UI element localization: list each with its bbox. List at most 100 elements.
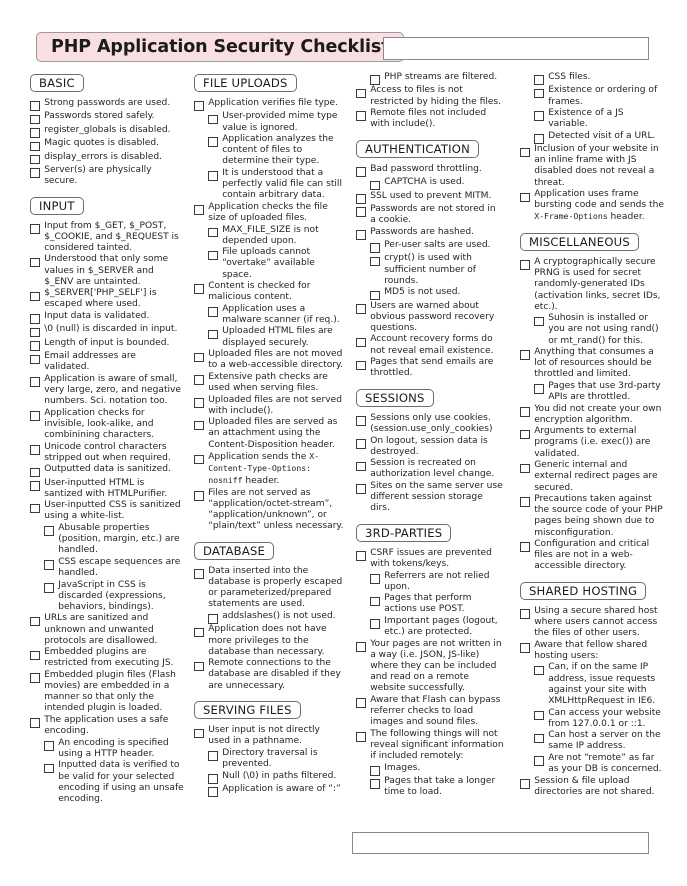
- checklist-item[interactable]: Application uses a malware scanner (if r…: [194, 304, 344, 326]
- checklist-item[interactable]: Referrers are not relied upon.: [356, 571, 504, 593]
- checklist-item[interactable]: An encoding is specified using a HTTP he…: [30, 738, 184, 760]
- checklist-item[interactable]: Your pages are not written in a way (i.e…: [356, 639, 504, 695]
- checklist-item[interactable]: Anything that consumes a lot of resource…: [520, 347, 664, 380]
- checkbox-icon[interactable]: [30, 101, 40, 111]
- checkbox-icon[interactable]: [370, 765, 380, 776]
- checkbox-icon[interactable]: [208, 773, 218, 784]
- checklist-item[interactable]: Application is aware of small, very larg…: [30, 374, 184, 407]
- checklist-item[interactable]: Are not “remote” as far as your DB is co…: [520, 753, 664, 775]
- checklist-item[interactable]: Important pages (logout, etc.) are prote…: [356, 616, 504, 638]
- checklist-item[interactable]: Session is recreated on authorization le…: [356, 458, 504, 480]
- checklist-item[interactable]: Length of input is bounded.: [30, 338, 184, 351]
- checkbox-icon[interactable]: [30, 257, 40, 268]
- checklist-item[interactable]: Application verifies file type.: [194, 98, 344, 111]
- checkbox-icon[interactable]: [520, 192, 530, 203]
- checkbox-icon[interactable]: [534, 733, 544, 744]
- checkbox-icon[interactable]: [356, 698, 366, 708]
- checkbox-icon[interactable]: [30, 673, 40, 683]
- checklist-item[interactable]: Application uses frame bursting code and…: [520, 189, 664, 223]
- checklist-item[interactable]: Input from $_GET, $_POST, $_COOKIE, and …: [30, 221, 184, 254]
- checkbox-icon[interactable]: [356, 642, 366, 652]
- checklist-item[interactable]: \0 (null) is discarded in input.: [30, 324, 184, 338]
- checkbox-icon[interactable]: [30, 128, 40, 138]
- checkbox-icon[interactable]: [370, 180, 380, 191]
- checklist-item[interactable]: Application does not have more privilege…: [194, 624, 344, 657]
- checkbox-icon[interactable]: [194, 627, 204, 638]
- checklist-item[interactable]: Uploaded files are served as an attachme…: [194, 417, 344, 450]
- checklist-item[interactable]: Remote connections to the database are d…: [194, 658, 344, 691]
- footer-notes-field[interactable]: [352, 832, 649, 854]
- checklist-item[interactable]: Detected visit of a URL.: [520, 131, 664, 144]
- checklist-item[interactable]: MD5 is not used.: [356, 287, 504, 301]
- checklist-item[interactable]: Passwords are not stored in a cookie.: [356, 204, 504, 226]
- checkbox-icon[interactable]: [356, 207, 366, 217]
- checkbox-icon[interactable]: [534, 75, 544, 85]
- checkbox-icon[interactable]: [370, 596, 380, 607]
- checklist-item[interactable]: Bad password throttling.: [356, 164, 504, 177]
- checklist-item[interactable]: register_globals is disabled.: [30, 125, 184, 138]
- checklist-item[interactable]: Aware that fellow shared hosting users:: [520, 640, 664, 662]
- checkbox-icon[interactable]: [356, 360, 366, 371]
- checklist-item[interactable]: Unicode control characters stripped out …: [30, 442, 184, 464]
- checklist-item[interactable]: Null (\0) in paths filtered.: [194, 771, 344, 784]
- checkbox-icon[interactable]: [370, 75, 380, 85]
- checkbox-icon[interactable]: [194, 454, 204, 465]
- checkbox-icon[interactable]: [356, 193, 366, 204]
- checklist-item[interactable]: Passwords are hashed.: [356, 227, 504, 240]
- checklist-item[interactable]: Strong passwords are used.: [30, 98, 184, 111]
- checkbox-icon[interactable]: [208, 307, 218, 317]
- checkbox-icon[interactable]: [356, 230, 366, 240]
- checklist-item[interactable]: Uploaded files are not served with inclu…: [194, 395, 344, 417]
- checklist-item[interactable]: Existence or ordering of frames.: [520, 85, 664, 107]
- checkbox-icon[interactable]: [194, 661, 204, 672]
- checklist-item[interactable]: CAPTCHA is used.: [356, 177, 504, 191]
- checklist-item[interactable]: Aware that Flash can bypass referrer che…: [356, 695, 504, 728]
- checklist-item[interactable]: Session & file upload directories are no…: [520, 776, 664, 798]
- checkbox-icon[interactable]: [208, 137, 218, 148]
- checkbox-icon[interactable]: [30, 341, 40, 351]
- checklist-item[interactable]: Extensive path checks are used when serv…: [194, 372, 344, 394]
- checkbox-icon[interactable]: [534, 134, 544, 144]
- checkbox-icon[interactable]: [208, 227, 218, 238]
- checklist-item[interactable]: Inclusion of your website in an inline f…: [520, 144, 664, 189]
- checkbox-icon[interactable]: [370, 619, 380, 629]
- checklist-item[interactable]: Precautions taken against the source cod…: [520, 494, 664, 539]
- checklist-item[interactable]: User-inputted CSS is sanitized using a w…: [30, 500, 184, 522]
- checklist-item[interactable]: Application checks for invisible, look-a…: [30, 408, 184, 441]
- checklist-item[interactable]: Existence of a JS variable.: [520, 108, 664, 130]
- checkbox-icon[interactable]: [194, 491, 204, 501]
- checkbox-icon[interactable]: [30, 377, 40, 387]
- checkbox-icon[interactable]: [520, 779, 530, 789]
- checklist-item[interactable]: You did not create your own encryption a…: [520, 404, 664, 426]
- checklist-item[interactable]: Application is aware of “:”: [194, 784, 344, 797]
- checklist-item[interactable]: Input data is validated.: [30, 311, 184, 324]
- checkbox-icon[interactable]: [194, 728, 204, 739]
- checkbox-icon[interactable]: [30, 291, 40, 302]
- checkbox-icon[interactable]: [208, 329, 218, 340]
- checklist-item[interactable]: MAX_FILE_SIZE is not depended upon.: [194, 225, 344, 247]
- checklist-item[interactable]: Sessions only use cookies. (session.use_…: [356, 413, 504, 435]
- checkbox-icon[interactable]: [194, 375, 204, 385]
- checkbox-icon[interactable]: [30, 314, 40, 324]
- checklist-item[interactable]: Magic quotes is disabled.: [30, 138, 184, 152]
- checkbox-icon[interactable]: [208, 114, 218, 125]
- checklist-item[interactable]: SSL used to prevent MITM.: [356, 191, 504, 204]
- checkbox-icon[interactable]: [370, 573, 380, 584]
- checklist-item[interactable]: Per-user salts are used.: [356, 240, 504, 253]
- checkbox-icon[interactable]: [30, 411, 40, 421]
- checkbox-icon[interactable]: [44, 741, 54, 751]
- checklist-item[interactable]: Embedded plugin files (Flash movies) are…: [30, 670, 184, 715]
- checklist-item[interactable]: Pages that perform actions use POST.: [356, 593, 504, 615]
- checklist-item[interactable]: CSRF issues are prevented with tokens/ke…: [356, 548, 504, 570]
- checklist-item[interactable]: Outputted data is sanitized.: [30, 464, 184, 478]
- checkbox-icon[interactable]: [30, 444, 40, 455]
- checkbox-icon[interactable]: [194, 352, 204, 363]
- checklist-item[interactable]: User input is not directly used in a pat…: [194, 725, 344, 747]
- checkbox-icon[interactable]: [194, 569, 204, 579]
- checklist-item[interactable]: The following things will not reveal sig…: [356, 729, 504, 762]
- checklist-item[interactable]: It is understood that a perfectly valid …: [194, 168, 344, 201]
- checklist-item[interactable]: Uploaded HTML files are displayed secure…: [194, 326, 344, 348]
- checklist-item[interactable]: Embedded plugins are restricted from exe…: [30, 647, 184, 669]
- checkbox-icon[interactable]: [30, 616, 40, 627]
- checkbox-icon[interactable]: [520, 463, 530, 474]
